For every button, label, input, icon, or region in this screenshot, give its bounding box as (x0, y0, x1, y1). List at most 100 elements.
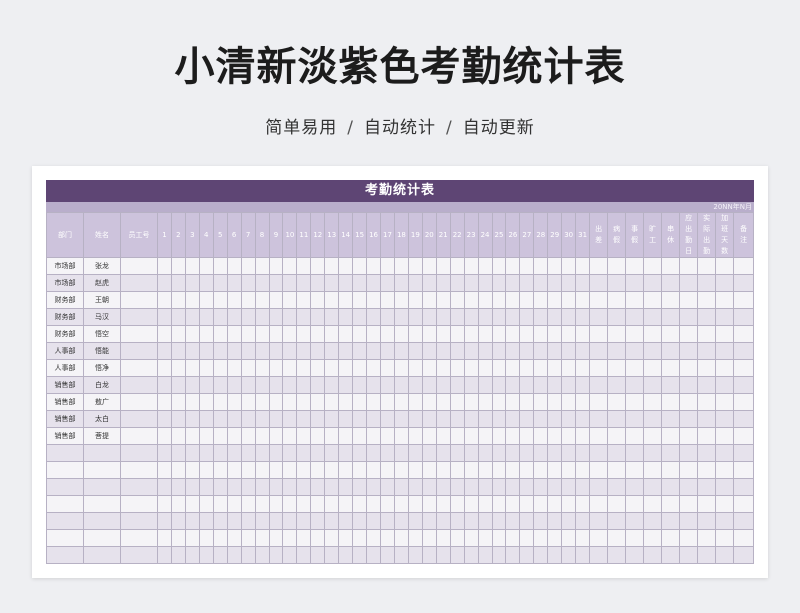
cell[interactable] (380, 359, 395, 377)
cell[interactable] (715, 257, 735, 275)
cell[interactable] (575, 529, 591, 547)
cell[interactable] (198, 274, 214, 292)
cell[interactable] (380, 444, 395, 462)
cell[interactable] (338, 274, 354, 292)
cell[interactable] (120, 478, 158, 496)
cell[interactable] (505, 478, 521, 496)
cell[interactable] (491, 546, 507, 564)
cell[interactable] (477, 529, 493, 547)
cell[interactable] (310, 342, 326, 360)
cell[interactable] (561, 393, 577, 411)
cell[interactable] (380, 478, 395, 496)
cell[interactable] (519, 274, 535, 292)
cell[interactable] (380, 393, 395, 411)
cell[interactable] (268, 427, 284, 445)
cell[interactable] (338, 308, 354, 326)
cell[interactable] (240, 359, 256, 377)
cell[interactable] (366, 461, 381, 479)
cell[interactable] (575, 393, 591, 411)
cell[interactable] (254, 274, 270, 292)
cell[interactable] (393, 478, 409, 496)
cell[interactable] (679, 325, 699, 343)
cell[interactable] (157, 274, 172, 292)
cell-name[interactable] (83, 495, 121, 513)
cell[interactable] (407, 376, 423, 394)
cell[interactable] (733, 274, 755, 292)
cell[interactable] (393, 376, 409, 394)
cell[interactable] (697, 257, 717, 275)
cell[interactable] (170, 546, 186, 564)
cell[interactable] (212, 529, 228, 547)
cell[interactable] (296, 257, 312, 275)
cell[interactable] (120, 274, 158, 292)
cell[interactable] (184, 274, 200, 292)
cell-dept[interactable]: 财务部 (46, 325, 84, 343)
cell[interactable] (282, 478, 298, 496)
cell[interactable] (352, 546, 368, 564)
cell[interactable] (607, 546, 627, 564)
cell[interactable] (575, 444, 591, 462)
cell[interactable] (643, 342, 663, 360)
cell[interactable] (254, 342, 270, 360)
cell[interactable] (491, 308, 507, 326)
cell-dept[interactable]: 销售部 (46, 376, 84, 394)
cell[interactable] (120, 410, 158, 428)
cell[interactable] (324, 478, 340, 496)
cell[interactable] (661, 444, 681, 462)
cell[interactable] (120, 291, 158, 309)
cell[interactable] (491, 325, 507, 343)
cell[interactable] (310, 274, 326, 292)
cell[interactable] (697, 461, 717, 479)
cell[interactable] (505, 274, 521, 292)
cell[interactable] (170, 291, 186, 309)
cell[interactable] (254, 410, 270, 428)
cell[interactable] (407, 495, 423, 513)
cell[interactable] (421, 529, 437, 547)
cell[interactable] (491, 376, 507, 394)
cell[interactable] (491, 427, 507, 445)
cell[interactable] (607, 393, 627, 411)
cell-name[interactable] (83, 529, 121, 547)
cell[interactable] (575, 274, 591, 292)
cell[interactable] (380, 427, 395, 445)
cell[interactable] (170, 393, 186, 411)
cell[interactable] (575, 359, 591, 377)
cell[interactable] (661, 308, 681, 326)
cell[interactable] (533, 376, 549, 394)
cell[interactable] (324, 512, 340, 530)
cell[interactable] (715, 393, 735, 411)
cell[interactable] (184, 393, 200, 411)
cell[interactable] (589, 495, 609, 513)
cell[interactable] (268, 359, 284, 377)
cell[interactable] (120, 444, 158, 462)
cell[interactable] (324, 274, 340, 292)
cell[interactable] (733, 359, 755, 377)
cell[interactable] (533, 546, 549, 564)
cell[interactable] (296, 495, 312, 513)
cell[interactable] (607, 495, 627, 513)
cell[interactable] (212, 427, 228, 445)
cell[interactable] (393, 274, 409, 292)
cell[interactable] (547, 308, 563, 326)
cell[interactable] (449, 325, 465, 343)
cell[interactable] (338, 444, 354, 462)
cell[interactable] (268, 376, 284, 394)
cell[interactable] (226, 410, 242, 428)
cell[interactable] (170, 495, 186, 513)
cell[interactable] (491, 359, 507, 377)
cell[interactable] (226, 512, 242, 530)
cell[interactable] (240, 495, 256, 513)
cell[interactable] (310, 291, 326, 309)
cell[interactable] (625, 291, 645, 309)
cell[interactable] (733, 325, 755, 343)
cell[interactable] (679, 393, 699, 411)
cell[interactable] (435, 444, 451, 462)
cell[interactable] (226, 342, 242, 360)
cell[interactable] (212, 461, 228, 479)
cell[interactable] (697, 342, 717, 360)
cell[interactable] (421, 478, 437, 496)
cell[interactable] (240, 461, 256, 479)
cell[interactable] (715, 461, 735, 479)
cell[interactable] (366, 376, 381, 394)
cell[interactable] (184, 427, 200, 445)
